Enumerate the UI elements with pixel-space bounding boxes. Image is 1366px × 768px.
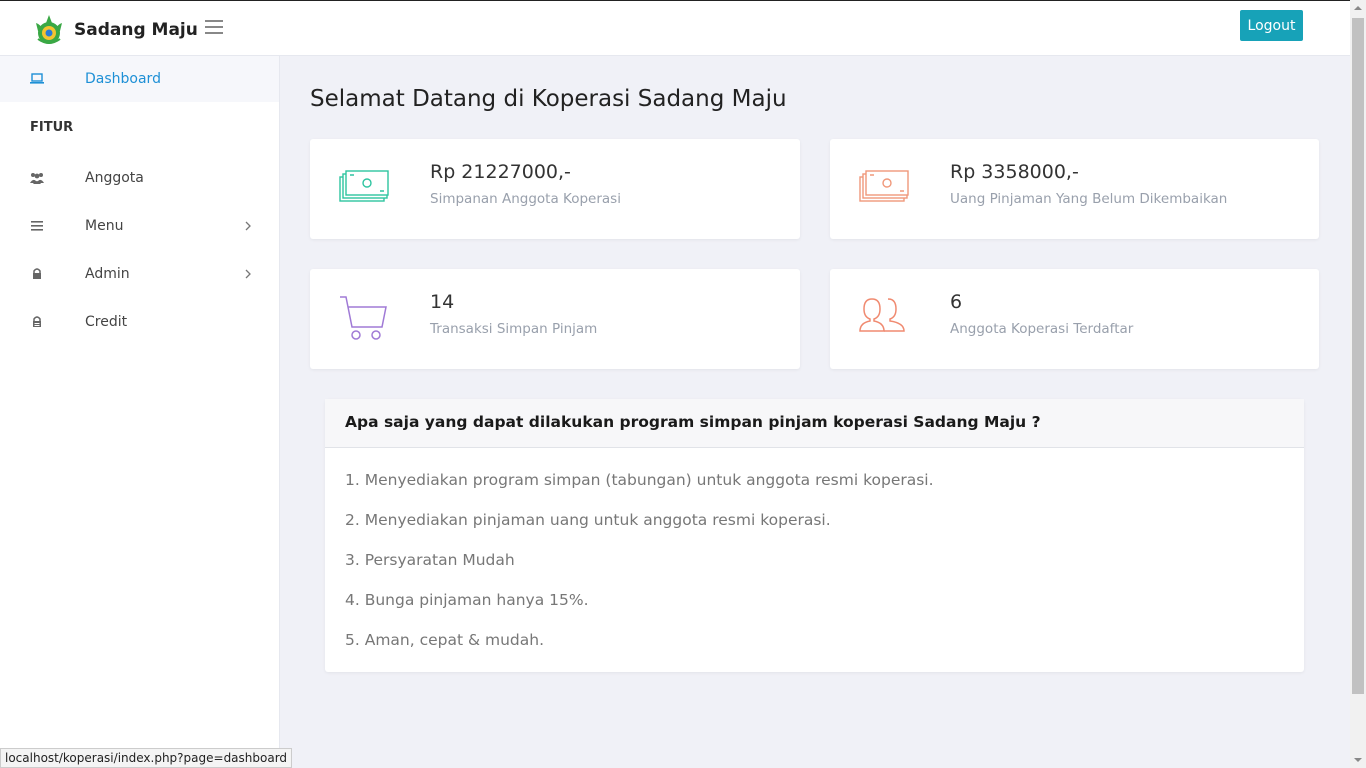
main-content: Selamat Datang di Koperasi Sadang Maju R… xyxy=(280,56,1350,768)
stat-value: Rp 21227000,- xyxy=(430,161,571,183)
sidebar-item-label: Dashboard xyxy=(85,71,161,87)
stat-card-transaksi: 14 Transaksi Simpan Pinjam xyxy=(310,269,800,369)
money-stack-icon xyxy=(339,170,389,202)
sidebar-item-label: Admin xyxy=(85,266,130,282)
chevron-right-icon xyxy=(245,221,251,231)
list-item: 2. Menyediakan pinjaman uang untuk anggo… xyxy=(345,511,831,529)
stat-card-simpanan: Rp 21227000,- Simpanan Anggota Koperasi xyxy=(310,139,800,239)
sidebar-item-label: Anggota xyxy=(85,170,144,186)
stat-value: 14 xyxy=(430,291,455,313)
sidebar-item-label: Menu xyxy=(85,218,124,234)
browser-status-bar: localhost/koperasi/index.php?page=dashbo… xyxy=(0,748,293,768)
list-icon xyxy=(31,221,43,231)
sidebar: Dashboard FITUR Anggota Menu Admin Credi… xyxy=(0,56,280,768)
page-scrollbar[interactable] xyxy=(1350,0,1366,768)
list-item: 4. Bunga pinjaman hanya 15%. xyxy=(345,591,589,609)
chevron-right-icon xyxy=(245,269,251,279)
list-item: 5. Aman, cepat & mudah. xyxy=(345,631,545,649)
sidebar-item-credit[interactable]: Credit xyxy=(0,298,279,346)
stat-label: Uang Pinjaman Yang Belum Dikembaikan xyxy=(950,191,1228,207)
stat-label: Simpanan Anggota Koperasi xyxy=(430,191,621,207)
lock-icon xyxy=(33,268,41,279)
brand-name: Sadang Maju xyxy=(74,20,198,40)
scroll-thumb[interactable] xyxy=(1352,18,1364,694)
stat-card-pinjaman: Rp 3358000,- Uang Pinjaman Yang Belum Di… xyxy=(830,139,1319,239)
sidebar-item-anggota[interactable]: Anggota xyxy=(0,154,279,202)
scroll-up-arrow-icon[interactable] xyxy=(1354,4,1362,12)
sidebar-item-label: Credit xyxy=(85,314,128,330)
lock-open-icon xyxy=(33,316,41,327)
list-item: 1. Menyediakan program simpan (tabungan)… xyxy=(345,471,934,489)
page-title: Selamat Datang di Koperasi Sadang Maju xyxy=(310,86,787,112)
stat-label: Anggota Koperasi Terdaftar xyxy=(950,321,1134,337)
laptop-icon xyxy=(30,73,44,84)
brand[interactable]: Sadang Maju xyxy=(32,13,198,47)
sidebar-item-menu[interactable]: Menu xyxy=(0,202,279,250)
list-item: 3. Persyaratan Mudah xyxy=(345,551,515,569)
top-navbar: Sadang Maju Logout xyxy=(0,0,1350,56)
logo-icon xyxy=(36,15,62,44)
logout-button[interactable]: Logout xyxy=(1240,10,1303,41)
info-panel-heading: Apa saja yang dapat dilakukan program si… xyxy=(325,399,1304,448)
sidebar-item-dashboard[interactable]: Dashboard xyxy=(0,56,279,102)
users-icon xyxy=(30,173,44,184)
sidebar-section-heading: FITUR xyxy=(30,120,74,135)
stat-value: 6 xyxy=(950,291,963,313)
stat-card-anggota: 6 Anggota Koperasi Terdaftar xyxy=(830,269,1319,369)
users-outline-icon xyxy=(859,298,905,332)
stat-value: Rp 3358000,- xyxy=(950,161,1079,183)
money-stack-icon xyxy=(859,170,909,202)
info-panel: Apa saja yang dapat dilakukan program si… xyxy=(325,399,1304,672)
scroll-down-arrow-icon[interactable] xyxy=(1354,756,1362,764)
stat-label: Transaksi Simpan Pinjam xyxy=(430,321,598,337)
sidebar-item-admin[interactable]: Admin xyxy=(0,250,279,298)
sidebar-toggle-icon[interactable] xyxy=(205,20,223,36)
shopping-cart-icon xyxy=(340,296,387,340)
info-list: 1. Menyediakan program simpan (tabungan)… xyxy=(325,448,1304,668)
